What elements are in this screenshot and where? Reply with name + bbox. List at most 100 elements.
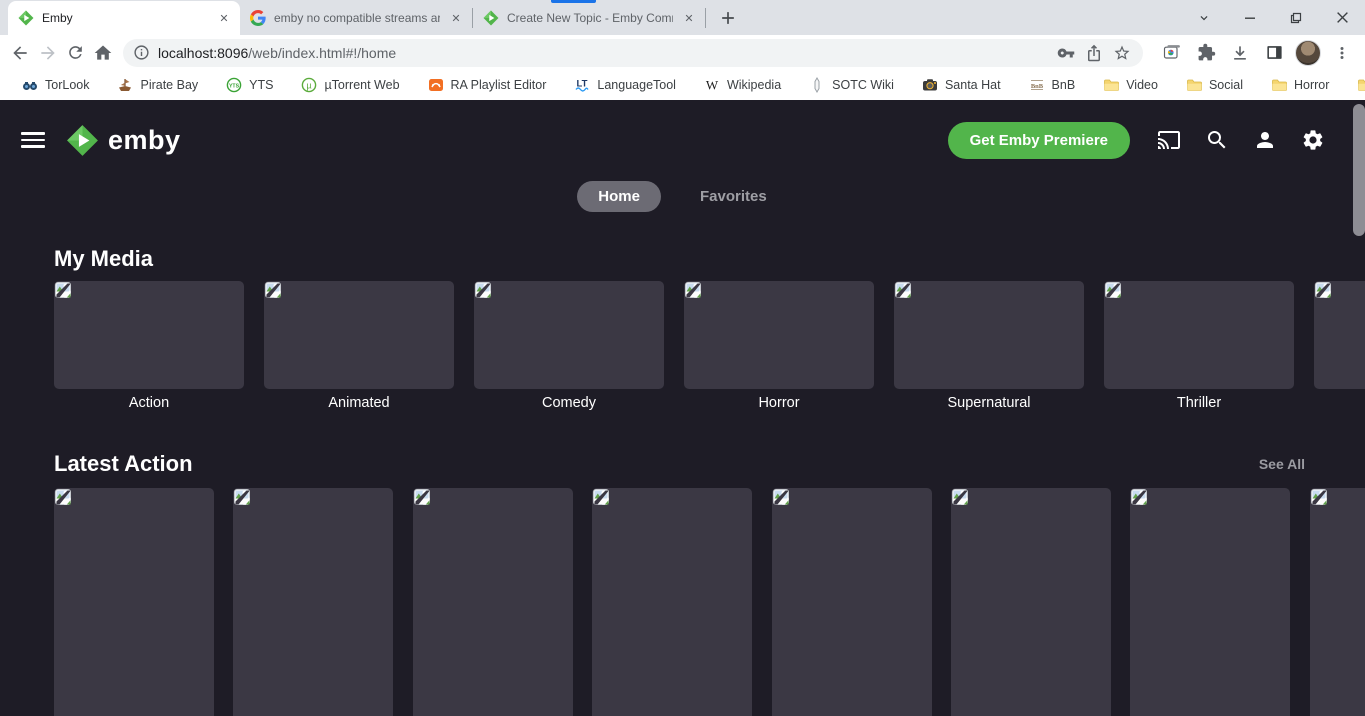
latest-action-poster-5[interactable] — [771, 488, 932, 716]
broken-image-icon — [895, 282, 911, 298]
bookmark-label: Social — [1208, 78, 1243, 92]
media-card[interactable] — [474, 281, 664, 389]
bookmark-yts[interactable]: YTS YTS — [216, 74, 283, 96]
tab-close-button[interactable]: ✕ — [448, 10, 464, 26]
emby-logo[interactable]: emby — [66, 124, 181, 157]
user-button[interactable] — [1253, 128, 1277, 152]
media-card[interactable] — [1314, 281, 1365, 389]
menu-button[interactable] — [21, 128, 45, 152]
broken-image-icon — [265, 282, 281, 298]
address-bar[interactable]: localhost:8096/web/index.html#!/home — [123, 38, 1143, 67]
bookmark-horror[interactable]: Horror — [1261, 74, 1339, 96]
bookmark-wikipedia[interactable]: W Wikipedia — [694, 74, 791, 96]
new-tab-button[interactable] — [714, 4, 742, 32]
latest-action-poster-2[interactable] — [233, 488, 394, 716]
broken-image-icon — [475, 282, 491, 298]
side-panel-button[interactable] — [1260, 39, 1288, 67]
latest-action-poster-4[interactable] — [592, 488, 753, 716]
puzzle-icon — [1198, 43, 1215, 61]
search-button[interactable] — [1205, 128, 1229, 152]
my-media-item-supernatural: Supernatural — [894, 281, 1084, 413]
cast-button[interactable] — [1157, 128, 1181, 152]
tab-home[interactable]: Home — [577, 180, 661, 212]
my-media-title: My Media — [54, 246, 154, 271]
forward-icon — [40, 45, 55, 60]
extension-shortcut-button[interactable] — [1158, 39, 1186, 67]
bookmark-sotc-wiki[interactable]: SOTC Wiki — [799, 74, 904, 96]
broken-image-icon — [1315, 282, 1331, 298]
bookmark-this-tab-button[interactable] — [1111, 42, 1133, 64]
tab-attention-bar — [551, 0, 596, 3]
profile-avatar[interactable] — [1295, 39, 1321, 66]
broken-image-icon — [234, 489, 251, 505]
media-card[interactable] — [894, 281, 1084, 389]
media-card-label: Comedy — [542, 395, 596, 411]
latest-action-poster-1[interactable] — [54, 488, 214, 716]
back-button[interactable] — [8, 39, 32, 67]
media-card[interactable] — [54, 281, 244, 389]
page-scrollbar-thumb[interactable] — [1353, 104, 1365, 236]
browser-menu-button[interactable] — [1328, 39, 1356, 67]
bookmark-payments[interactable]: Payments — [1347, 74, 1365, 96]
bookmark--torrent-web[interactable]: µ µTorrent Web — [291, 74, 409, 96]
see-all-link[interactable]: See All — [1259, 456, 1305, 472]
browser-toolbar: localhost:8096/web/index.html#!/home — [0, 35, 1365, 70]
downloads-button[interactable] — [1226, 39, 1254, 67]
tab-favorites[interactable]: Favorites — [679, 181, 788, 212]
bookmark-label: Horror — [1293, 78, 1330, 92]
bookmark-pirate-bay[interactable]: Pirate Bay — [107, 74, 208, 96]
utorrent-icon: µ — [301, 77, 317, 93]
restore-button[interactable] — [1273, 0, 1319, 35]
bookmark-label: RA Playlist Editor — [450, 78, 547, 92]
reload-button[interactable] — [64, 39, 88, 67]
folder-icon — [1103, 77, 1120, 93]
bookmark-bnb[interactable]: BnB BnB — [1019, 74, 1086, 96]
svg-text:YTS: YTS — [229, 83, 240, 89]
media-card[interactable] — [684, 281, 874, 389]
minimize-button[interactable] — [1227, 0, 1273, 35]
latest-action-poster-3[interactable] — [412, 488, 573, 716]
settings-button[interactable] — [1301, 128, 1325, 152]
extensions-menu-button[interactable] — [1192, 39, 1220, 67]
yts-icon: YTS — [226, 77, 242, 93]
tab-close-button[interactable]: ✕ — [216, 10, 232, 26]
share-button[interactable] — [1083, 42, 1105, 64]
bookmark-label: Pirate Bay — [140, 78, 199, 92]
bookmark-languagetool[interactable]: LT LanguageTool — [564, 74, 686, 96]
bookmark-santa-hat[interactable]: Santa Hat — [912, 74, 1011, 96]
bookmark-social[interactable]: Social — [1176, 74, 1253, 96]
bookmark-video[interactable]: Video — [1093, 74, 1168, 96]
tab-close-button[interactable]: ✕ — [681, 10, 697, 26]
bookmark-ra-playlist-editor[interactable]: RA Playlist Editor — [418, 74, 557, 96]
google-window-icon — [1163, 44, 1180, 59]
broken-image-icon — [593, 489, 610, 505]
browser-tab-3[interactable]: Create New Topic - Emby Commu ✕ — [473, 0, 705, 35]
my-media-item-animated: Animated — [264, 281, 454, 413]
tab-title: Create New Topic - Emby Commu — [507, 11, 673, 25]
url-text: localhost:8096/web/index.html#!/home — [158, 44, 397, 61]
latest-action-poster-6[interactable] — [950, 488, 1111, 716]
back-icon — [13, 45, 27, 60]
media-card[interactable] — [1104, 281, 1294, 389]
minimize-icon — [1245, 17, 1255, 19]
forward-button[interactable] — [36, 39, 60, 67]
my-media-item-comedy: Comedy — [474, 281, 664, 413]
get-emby-premiere-button[interactable]: Get Emby Premiere — [947, 121, 1130, 159]
close-window-button[interactable] — [1319, 0, 1365, 35]
building-icon: BnB — [1029, 77, 1045, 93]
browser-tab-1[interactable]: Emby ✕ — [8, 1, 240, 35]
latest-action-poster-8[interactable] — [1309, 488, 1365, 716]
browser-tab-2[interactable]: emby no compatible streams are ✕ — [240, 1, 472, 35]
tab-search-button[interactable] — [1181, 0, 1227, 35]
bookmark-torlook[interactable]: TorLook — [12, 74, 99, 96]
media-card-label: Horror — [758, 395, 800, 411]
latest-action-poster-7[interactable] — [1130, 488, 1291, 716]
binoculars-icon — [22, 77, 38, 93]
home-button[interactable] — [91, 39, 115, 67]
page-info-icon[interactable] — [133, 44, 150, 61]
plus-icon — [722, 12, 734, 24]
tab-title: emby no compatible streams are — [274, 11, 440, 25]
saved-passwords-button[interactable] — [1055, 42, 1077, 64]
media-card[interactable] — [264, 281, 454, 389]
restore-icon — [1290, 12, 1302, 23]
